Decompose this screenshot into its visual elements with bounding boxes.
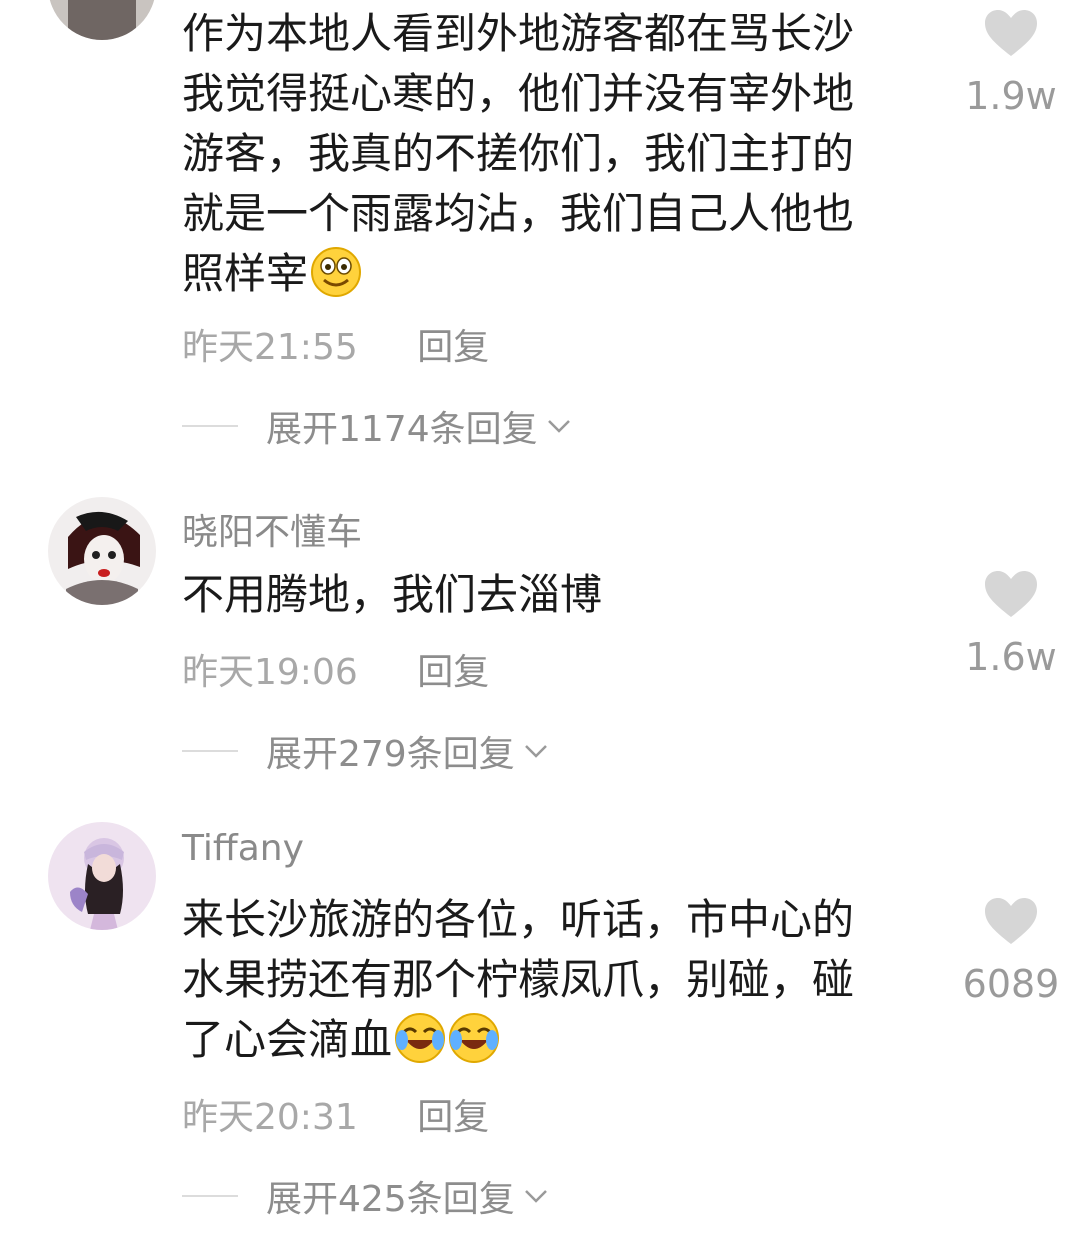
divider-line <box>182 1195 238 1197</box>
username[interactable]: 晓阳不懂车 <box>182 503 362 555</box>
comment-time: 昨天20:31 <box>182 1097 358 1138</box>
crying-laugh-emoji-icon <box>395 1013 446 1063</box>
comment-text: 作为本地人看到外地游客都在骂长沙 我觉得挺心寒的，他们并没有宰外地 游客，我真的… <box>182 4 902 304</box>
like-count: 1.9w <box>965 74 1057 118</box>
divider-line <box>182 425 238 427</box>
reply-button[interactable]: 回复 <box>417 318 489 370</box>
crying-laugh-emoji-icon <box>449 1013 500 1063</box>
comment-line: 不用腾地，我们去淄博 <box>182 570 603 619</box>
comment-time: 昨天21:55 <box>182 327 358 368</box>
comment-line: 游客，我真的不搓你们，我们主打的 <box>182 129 855 178</box>
username[interactable]: Tiffany <box>182 828 304 869</box>
comment-line-text: 照样宰 <box>182 249 309 298</box>
comment-time: 昨天19:06 <box>182 652 358 693</box>
heart-icon <box>985 10 1037 56</box>
chevron-down-icon <box>547 420 570 433</box>
expand-replies-button[interactable]: 展开279条回复 <box>182 725 551 777</box>
comment-line: 作为本地人看到外地游客都在骂长沙 <box>182 9 855 58</box>
comment-text: 不用腾地，我们去淄博 <box>182 565 902 625</box>
like-button[interactable]: 6089 <box>963 896 1059 1006</box>
expand-replies-label: 展开1174条回复 <box>266 409 538 450</box>
expand-replies-button[interactable]: 展开425条回复 <box>182 1170 551 1222</box>
comment-line: 来长沙旅游的各位，听话，市中心的 <box>182 895 855 944</box>
like-button[interactable]: 1.6w <box>965 569 1057 679</box>
comment-line: 水果捞还有那个柠檬凤爪，别碰，碰 <box>182 955 855 1004</box>
like-count: 1.6w <box>965 635 1057 679</box>
expand-replies-label: 展开279条回复 <box>266 734 515 775</box>
like-count: 6089 <box>962 962 1060 1006</box>
comment-line: 照样宰 <box>182 244 902 304</box>
chevron-down-icon <box>524 1190 547 1203</box>
comment-line-text: 了心会滴血 <box>182 1015 393 1064</box>
heart-icon <box>985 571 1037 617</box>
divider-line <box>182 750 238 752</box>
reply-button[interactable]: 回复 <box>417 643 489 695</box>
comment-meta: 昨天20:31 回复 <box>182 1088 489 1140</box>
comment-line: 就是一个雨露均沾，我们自己人他也 <box>182 189 855 238</box>
avatar[interactable] <box>48 497 156 605</box>
comment-line: 我觉得挺心寒的，他们并没有宰外地 <box>182 69 855 118</box>
comment-line: 了心会滴血 <box>182 1010 902 1070</box>
chevron-down-icon <box>524 745 547 758</box>
expand-replies-label: 展开425条回复 <box>266 1179 515 1220</box>
smile-emoji-icon <box>311 247 362 297</box>
heart-icon <box>985 898 1037 944</box>
comment-meta: 昨天21:55 回复 <box>182 318 489 370</box>
comment-meta: 昨天19:06 回复 <box>182 643 489 695</box>
expand-replies-button[interactable]: 展开1174条回复 <box>182 400 574 452</box>
like-button[interactable]: 1.9w <box>965 8 1057 118</box>
comment-text: 来长沙旅游的各位，听话，市中心的 水果捞还有那个柠檬凤爪，别碰，碰 了心会滴血 <box>182 890 902 1070</box>
reply-button[interactable]: 回复 <box>417 1088 489 1140</box>
avatar[interactable] <box>48 822 156 930</box>
avatar[interactable] <box>48 0 156 40</box>
